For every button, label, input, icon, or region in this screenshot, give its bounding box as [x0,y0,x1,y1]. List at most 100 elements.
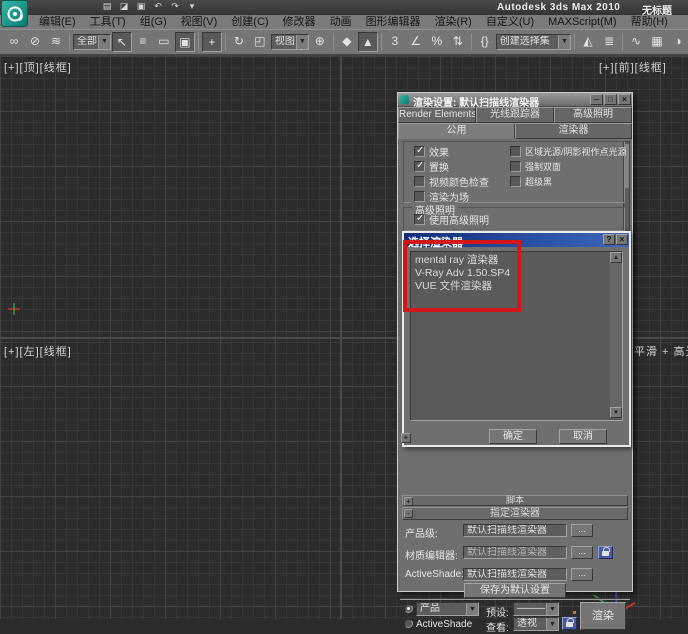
save-defaults-button[interactable]: 保存为默认设置 [464,583,566,598]
cancel-button[interactable]: 取消 [559,429,607,444]
renderer-list-item[interactable]: mental ray 渲染器 [411,254,622,267]
rollout-expand-icon[interactable]: + [404,497,413,506]
scroll-up-icon[interactable]: ▲ [610,252,622,263]
menu-item[interactable]: 自定义(U) [479,15,541,29]
reference-coordinate-dropdown[interactable]: 视图 ▼ [270,34,309,50]
option-checkbox-row[interactable]: 视频颜色检查 [414,174,509,189]
select-and-scale-icon[interactable]: ◰ [250,32,270,52]
material-browse-button[interactable]: ... [571,546,593,559]
select-object-icon[interactable]: ↖ [111,32,132,52]
checkbox[interactable] [510,176,521,187]
mirror-icon[interactable]: ◭ [578,32,598,52]
render-dialog-tab[interactable]: 公用 [398,123,515,139]
material-editor-icon[interactable]: ◑ [668,32,688,52]
maximize-button[interactable]: □ [604,94,617,105]
percent-snap-icon[interactable]: % [427,32,447,52]
rollout-script[interactable]: + 脚本 [402,495,628,506]
menu-item[interactable]: 修改器 [276,15,323,29]
view-dropdown[interactable]: 透视 ▼ [513,617,559,631]
menu-item[interactable]: 工具(T) [83,15,133,29]
menu-item[interactable]: 图形编辑器 [359,15,428,29]
render-dialog-tab[interactable]: 光线跟踪器 [476,107,554,123]
select-by-name-icon[interactable]: ≡ [133,32,153,52]
keyboard-override-icon[interactable]: ▲ [357,32,378,52]
checkbox[interactable] [414,160,425,172]
renderer-list-item[interactable]: VUE 文件渲染器 [411,280,622,293]
viewport-label-perspective[interactable]: 平滑 + 高光 ] [634,343,688,359]
select-and-rotate-icon[interactable]: ↻ [229,32,249,52]
rectangular-selection-icon[interactable]: ▭ [154,32,174,52]
render-button[interactable]: 渲染 [580,602,626,630]
redo-icon[interactable]: ↷ [168,1,182,13]
list-scrollbar[interactable]: ▲ ▼ [610,252,622,418]
undo-icon[interactable]: ↶ [151,1,165,13]
spinner-snap-icon[interactable]: ⇅ [448,32,468,52]
snap-toggle-3d-icon[interactable]: 3 [385,32,405,52]
menu-item[interactable]: MAXScript(M) [541,15,623,29]
renderer-list-item[interactable]: V-Ray Adv 1.50.SP4 [411,267,622,280]
3dsmax-logo-icon[interactable] [1,0,28,27]
align-icon[interactable]: ≣ [599,32,619,52]
new-scene-icon[interactable]: ▤ [100,1,114,13]
render-dialog-titlebar[interactable]: 渲染设置: 默认扫描线渲染器 ─ □ × [398,93,632,109]
quick-access-more-icon[interactable]: ▾ [185,1,199,13]
menu-item[interactable]: 创建(C) [224,15,275,29]
viewport-label-top[interactable]: [+][顶][线框] [4,59,72,75]
render-dialog-tab[interactable]: Render Elements [398,107,476,123]
select-and-move-icon[interactable]: + [201,32,222,52]
viewport-label-left[interactable]: [+][左][线框] [4,343,72,359]
menu-item[interactable]: 帮助(H) [624,15,675,29]
use-pivot-center-icon[interactable]: ⊕ [310,32,330,52]
render-dialog-tab[interactable]: 渲染器 [515,123,632,139]
option-checkbox-row[interactable]: 强制双面 [510,159,624,174]
activeshade-browse-button[interactable]: ... [571,568,593,581]
open-file-icon[interactable]: ◪ [117,1,131,13]
option-checkbox-row[interactable]: 超级黑 [510,174,624,189]
named-selection-set-dropdown[interactable]: 创建选择集 ▼ [495,34,571,50]
render-dialog-tab[interactable]: 高级照明 [554,107,632,123]
renderer-list[interactable]: mental ray 渲染器 V-Ray Adv 1.50.SP4 VUE 文件渲染… [410,251,623,421]
production-mode-radio[interactable] [404,604,413,613]
choose-renderer-titlebar[interactable]: 选择渲染器 ? × [404,233,629,249]
option-checkbox-row[interactable]: 置换 [414,159,509,174]
unlink-selection-icon[interactable]: ⊘ [25,32,45,52]
curve-editor-icon[interactable]: ∿ [626,32,646,52]
checkbox[interactable] [414,145,425,157]
menu-item[interactable]: 渲染(R) [428,15,479,29]
production-browse-button[interactable]: ... [571,524,593,537]
save-file-icon[interactable]: ▣ [134,1,148,13]
option-checkbox-row[interactable]: 区域光源/阴影视作点光源 [510,144,627,159]
menu-item[interactable]: 编辑(E) [32,15,83,29]
option-checkbox-row[interactable]: 效果 [414,144,509,159]
window-crossing-icon[interactable]: ▣ [174,32,195,52]
help-button[interactable]: ? [603,234,615,245]
rollout-collapse-icon[interactable]: - [404,509,413,518]
preset-dropdown[interactable]: —————▼ [513,602,559,616]
collapsed-rollout-expand-icon[interactable]: + [401,433,411,443]
bind-to-space-warp-icon[interactable]: ≋ [46,32,66,52]
material-lock-button[interactable] [598,546,613,559]
checkbox[interactable] [414,176,425,187]
selection-filter-dropdown[interactable]: 全部 ▼ [73,34,111,50]
select-and-manipulate-icon[interactable]: ◆ [337,32,357,52]
close-button[interactable]: × [616,234,628,245]
use-advanced-lighting-row[interactable]: 使用高级照明 [414,212,489,227]
menu-item[interactable]: 视图(V) [174,15,225,29]
render-mode-dropdown[interactable]: 产品 ▼ [416,602,479,616]
angle-snap-icon[interactable]: ∠ [406,32,426,52]
menu-item[interactable]: 动画 [323,15,359,29]
checkbox[interactable] [510,161,521,172]
checkbox[interactable] [414,191,425,202]
scroll-down-icon[interactable]: ▼ [610,407,622,418]
close-button[interactable]: × [618,94,631,105]
checkbox[interactable] [414,213,425,225]
ok-button[interactable]: 确定 [489,429,537,444]
minimize-button[interactable]: ─ [590,94,603,105]
select-and-link-icon[interactable]: ∞ [4,32,24,52]
window-titlebar[interactable]: ▤ ◪ ▣ ↶ ↷ ▾ Autodesk 3ds Max 2010 无标题 [0,0,688,17]
schematic-view-icon[interactable]: ▦ [647,32,667,52]
menu-item[interactable]: 组(G) [133,15,174,29]
edit-named-selections-icon[interactable]: {} [475,32,495,52]
rollout-assign-renderer[interactable]: - 指定渲染器 [402,507,628,520]
activeshade-mode-radio[interactable] [404,619,413,628]
